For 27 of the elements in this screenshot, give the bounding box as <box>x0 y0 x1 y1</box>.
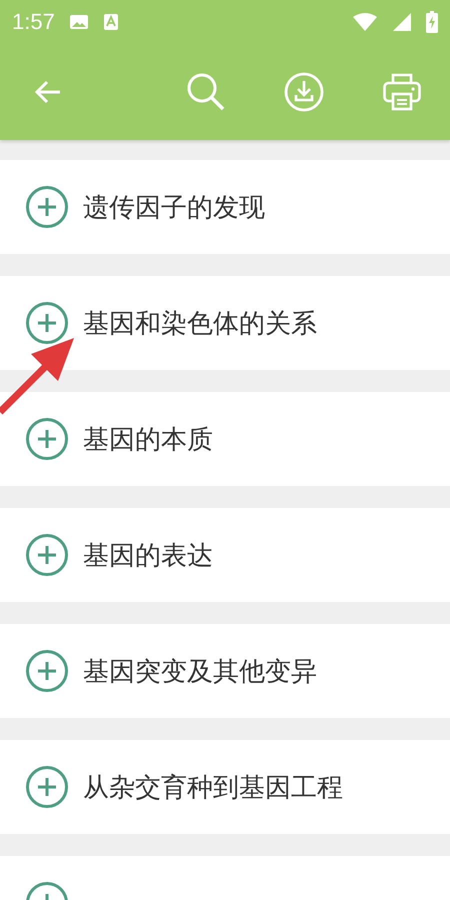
chapter-title: 从杂交育种到基因工程 <box>83 772 343 804</box>
plus-circle-icon[interactable] <box>25 649 69 693</box>
plus-circle-icon[interactable] <box>25 765 69 809</box>
download-icon[interactable] <box>284 72 324 112</box>
wifi-icon <box>352 12 378 32</box>
battery-icon <box>426 11 438 33</box>
chapter-title: 遗传因子的发现 <box>83 192 265 224</box>
chapter-item[interactable]: 基因突变及其他变异 <box>0 624 450 718</box>
chapter-item[interactable]: 从杂交育种到基因工程 <box>0 740 450 834</box>
signal-icon <box>392 12 412 32</box>
plus-circle-icon[interactable] <box>25 533 69 577</box>
image-icon <box>68 13 89 31</box>
chapter-title: 基因的本质 <box>83 424 213 456</box>
chapter-item[interactable]: 遗传因子的发现 <box>0 160 450 254</box>
plus-circle-icon[interactable] <box>25 417 69 461</box>
chapter-item[interactable]: 基因和染色体的关系 <box>0 276 450 370</box>
status-time: 1:57 <box>12 9 55 35</box>
chapter-item[interactable]: 基因的表达 <box>0 508 450 602</box>
print-icon[interactable] <box>382 72 422 112</box>
search-icon[interactable] <box>186 72 226 112</box>
font-icon <box>102 13 119 31</box>
chapter-title: 基因的表达 <box>83 540 213 572</box>
plus-circle-icon[interactable] <box>25 301 69 345</box>
chapter-title: 基因突变及其他变异 <box>83 656 317 688</box>
chapter-item[interactable]: 基因的本质 <box>0 392 450 486</box>
plus-circle-icon[interactable] <box>25 185 69 229</box>
chapter-title: 基因和染色体的关系 <box>83 308 317 340</box>
